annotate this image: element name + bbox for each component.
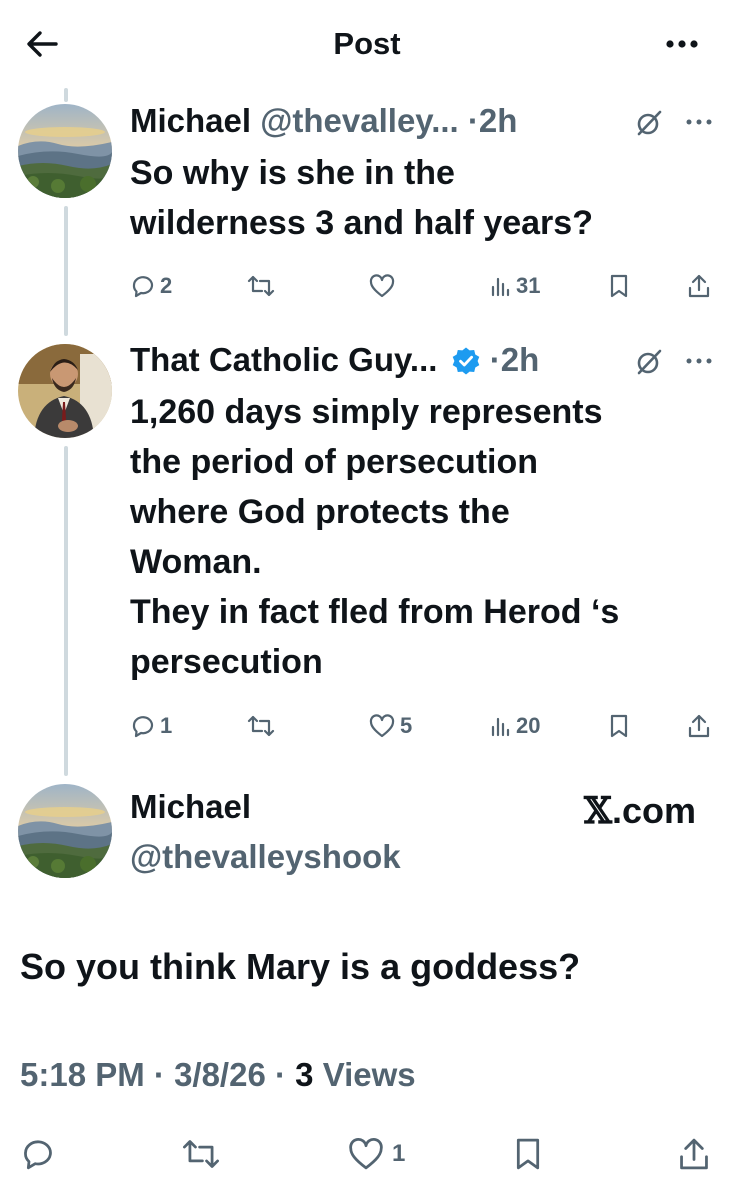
share-button[interactable] bbox=[686, 268, 712, 304]
tweet-text-line: the period of persecution bbox=[130, 443, 539, 481]
bookmark-button[interactable] bbox=[512, 1132, 544, 1176]
share-icon bbox=[688, 274, 710, 298]
repost-button[interactable] bbox=[246, 708, 280, 744]
reply-count: 2 bbox=[160, 273, 173, 298]
repost-button[interactable] bbox=[180, 1132, 222, 1176]
like-count: 1 bbox=[392, 1140, 406, 1167]
author-handle[interactable]: @thevalley... bbox=[260, 102, 458, 139]
reply-button[interactable] bbox=[20, 1132, 56, 1176]
share-icon bbox=[688, 714, 710, 738]
source-domain: .com bbox=[611, 790, 696, 831]
views-label: Views bbox=[322, 1056, 416, 1093]
tweet-header: Michael @thevalley... ·2h bbox=[130, 102, 517, 140]
tweet-actions: 2 31 bbox=[130, 268, 720, 304]
separator-dot: · bbox=[489, 341, 501, 378]
post-time[interactable]: 5:18 PM bbox=[20, 1056, 145, 1093]
like-button[interactable]: 1 bbox=[346, 1132, 405, 1176]
thread-line-top bbox=[64, 88, 68, 102]
avatar[interactable] bbox=[18, 344, 112, 438]
analytics-icon bbox=[491, 717, 510, 737]
repost-button[interactable] bbox=[246, 268, 280, 304]
post-date[interactable]: 3/8/26 bbox=[174, 1056, 266, 1093]
bookmark-icon bbox=[516, 1138, 540, 1170]
like-button[interactable]: 5 bbox=[368, 708, 412, 744]
timestamp[interactable]: 2h bbox=[501, 341, 540, 378]
more-horizontal-icon[interactable] bbox=[684, 355, 714, 367]
tweet-text: So why is she in the wilderness 3 and ha… bbox=[130, 148, 593, 248]
more-horizontal-icon bbox=[666, 40, 698, 48]
like-count: 5 bbox=[400, 713, 413, 738]
more-horizontal-icon[interactable] bbox=[684, 116, 714, 128]
more-button[interactable] bbox=[664, 26, 700, 62]
verified-badge-icon bbox=[452, 347, 479, 375]
views-count[interactable]: 3 bbox=[295, 1056, 313, 1093]
tweet-text-line: wilderness 3 and half years? bbox=[130, 204, 593, 242]
share-button[interactable] bbox=[676, 1132, 712, 1176]
reply-button[interactable]: 2 bbox=[130, 268, 172, 304]
tweet-text-line: 1,260 days simply represents bbox=[130, 393, 603, 431]
share-icon bbox=[680, 1138, 708, 1170]
author-name[interactable]: Michael bbox=[130, 102, 251, 139]
bookmark-button[interactable] bbox=[608, 268, 630, 304]
analytics-icon bbox=[491, 277, 510, 297]
heart-icon bbox=[369, 274, 395, 298]
tweet-text-line: persecution bbox=[130, 643, 323, 681]
author-name[interactable]: That Catholic Guy... bbox=[130, 341, 437, 378]
views-count: 20 bbox=[516, 713, 541, 738]
avatar[interactable] bbox=[18, 104, 112, 198]
heart-icon bbox=[369, 714, 395, 738]
thread-line-1 bbox=[64, 206, 68, 336]
page-title: Post bbox=[333, 26, 401, 61]
repost-icon bbox=[247, 715, 275, 737]
bookmark-button[interactable] bbox=[608, 708, 630, 744]
tweet-header: That Catholic Guy... ·2h bbox=[130, 341, 539, 379]
views-button[interactable]: 20 bbox=[490, 708, 540, 744]
tweet-text-line: So why is she in the bbox=[130, 154, 455, 192]
comment-icon bbox=[24, 1140, 52, 1170]
grok-icon[interactable] bbox=[632, 345, 666, 379]
thread-line-2 bbox=[64, 446, 68, 776]
author-name[interactable]: Michael bbox=[130, 788, 401, 826]
reply-count: 1 bbox=[160, 713, 173, 738]
bookmark-icon bbox=[610, 274, 628, 298]
landscape-avatar-image bbox=[18, 784, 112, 878]
landscape-avatar-image bbox=[18, 104, 112, 198]
repost-icon bbox=[247, 275, 275, 297]
separator-dot: · bbox=[467, 102, 479, 139]
heart-icon bbox=[349, 1137, 383, 1170]
views-button[interactable]: 31 bbox=[490, 268, 540, 304]
separator-dot: · bbox=[153, 1056, 165, 1093]
x-logo-icon: 𝕏 bbox=[584, 790, 612, 832]
tweet-text-line: They in fact fled from Herod ‘s bbox=[130, 593, 620, 631]
bookmark-icon bbox=[610, 714, 628, 738]
main-post-text: So you think Mary is a goddess? bbox=[20, 946, 581, 987]
post-meta: 5:18 PM · 3/8/26 · 3 Views bbox=[20, 1056, 416, 1094]
tweet-text: 1,260 days simply represents the period … bbox=[130, 387, 619, 687]
author-handle[interactable]: @thevalleyshook bbox=[130, 838, 401, 876]
share-button[interactable] bbox=[686, 708, 712, 744]
reply-button[interactable]: 1 bbox=[130, 708, 172, 744]
grok-icon[interactable] bbox=[632, 106, 666, 140]
repost-icon bbox=[183, 1140, 219, 1168]
comment-icon bbox=[132, 276, 154, 298]
comment-icon bbox=[132, 716, 154, 738]
top-bar: Post bbox=[0, 0, 734, 88]
main-post-header: Michael @thevalleyshook bbox=[130, 788, 401, 876]
separator-dot: · bbox=[274, 1056, 286, 1093]
views-count: 31 bbox=[516, 273, 541, 298]
tweet-text-line: Woman. bbox=[130, 543, 262, 581]
like-button[interactable] bbox=[368, 268, 400, 304]
tweet-actions: 1 5 20 bbox=[130, 708, 720, 744]
timestamp[interactable]: 2h bbox=[479, 102, 518, 139]
portrait-avatar-image bbox=[18, 344, 112, 438]
source-watermark: 𝕏.com bbox=[584, 790, 696, 832]
tweet-text-line: where God protects the bbox=[130, 493, 510, 531]
avatar[interactable] bbox=[18, 784, 112, 878]
main-post-actions: 1 bbox=[0, 1132, 734, 1176]
